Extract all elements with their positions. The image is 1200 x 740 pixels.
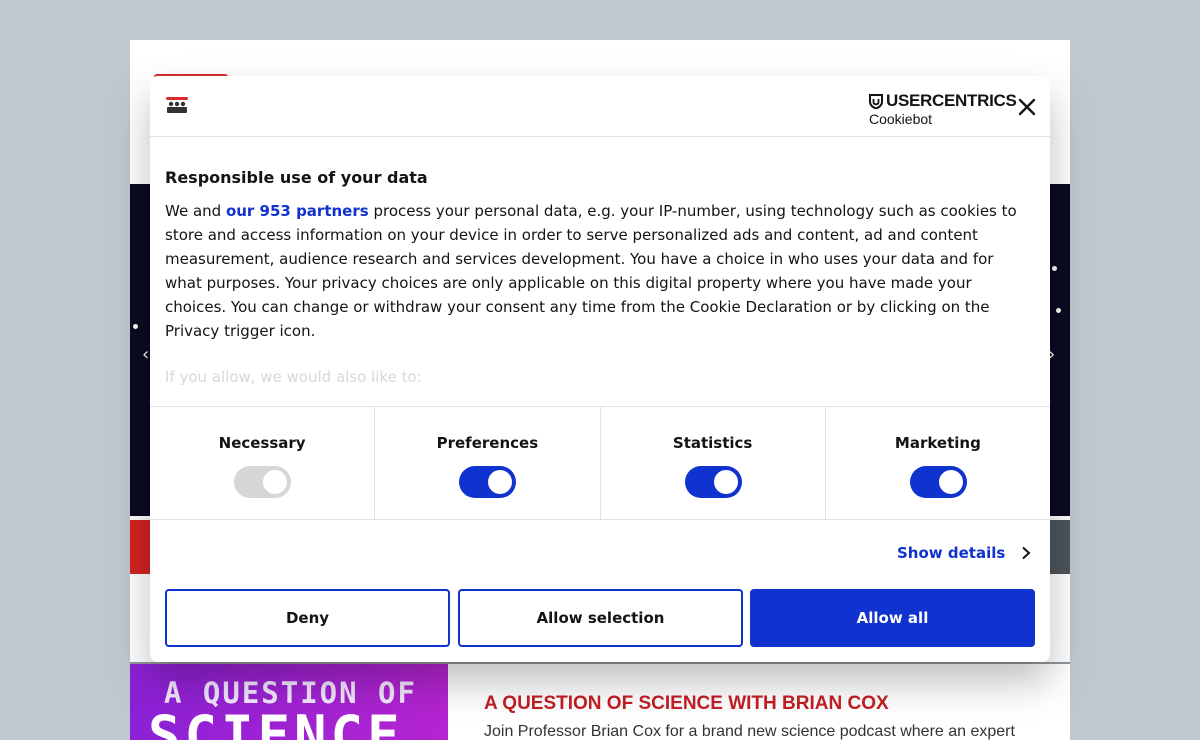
site-logo-icon bbox=[166, 97, 188, 113]
brand-product: Cookiebot bbox=[869, 111, 933, 127]
usercentrics-brand: USERCENTRICS Cookiebot bbox=[869, 91, 1017, 127]
category-label: Statistics bbox=[672, 434, 753, 452]
toggle-statistics[interactable] bbox=[684, 466, 742, 498]
close-icon[interactable] bbox=[1016, 96, 1038, 118]
allow-selection-button[interactable]: Allow selection bbox=[458, 589, 743, 647]
podcast-art-line2: SCIENCE bbox=[148, 704, 404, 740]
chevron-right-icon bbox=[1022, 546, 1031, 560]
partners-link[interactable]: our 953 partners bbox=[226, 202, 369, 220]
dialog-faded-text: If you allow, we would also like to: bbox=[165, 368, 422, 386]
category-marketing: Marketing bbox=[826, 407, 1050, 519]
description-body: process your personal data, e.g. your IP… bbox=[165, 202, 1017, 340]
category-label: Preferences bbox=[436, 434, 539, 452]
allow-all-button[interactable]: Allow all bbox=[750, 589, 1035, 647]
category-label: Marketing bbox=[894, 434, 981, 452]
brand-name: USERCENTRICS bbox=[886, 91, 1017, 110]
light-dot bbox=[133, 324, 138, 329]
light-dot bbox=[1056, 308, 1061, 313]
usercentrics-shield-icon bbox=[869, 93, 883, 109]
dialog-body: Responsible use of your data We and our … bbox=[165, 168, 1035, 343]
category-statistics: Statistics bbox=[601, 407, 826, 519]
dialog-header: USERCENTRICS Cookiebot bbox=[150, 76, 1050, 137]
carousel-prev-icon[interactable]: ‹ bbox=[142, 344, 149, 365]
toggle-necessary bbox=[234, 466, 292, 498]
deny-button[interactable]: Deny bbox=[165, 589, 450, 647]
dialog-description: We and our 953 partners process your per… bbox=[165, 199, 1035, 343]
podcast-title[interactable]: A QUESTION OF SCIENCE WITH BRIAN COX bbox=[484, 693, 889, 715]
cookie-consent-dialog: USERCENTRICS Cookiebot Responsible use o… bbox=[150, 76, 1050, 662]
toggle-preferences[interactable] bbox=[459, 466, 517, 498]
category-necessary: Necessary bbox=[150, 407, 376, 519]
show-details-link[interactable]: Show details bbox=[897, 544, 1031, 562]
light-dot bbox=[1052, 266, 1057, 271]
category-label: Necessary bbox=[218, 434, 306, 452]
podcast-description: Join Professor Brian Cox for a brand new… bbox=[484, 723, 1015, 740]
show-details-label: Show details bbox=[897, 544, 1006, 562]
category-preferences: Preferences bbox=[375, 407, 601, 519]
description-prefix: We and bbox=[165, 202, 226, 220]
toggle-marketing[interactable] bbox=[909, 466, 967, 498]
podcast-artwork[interactable]: A QUESTION OF SCIENCE bbox=[130, 664, 448, 740]
consent-categories: Necessary Preferences Statistics Marketi… bbox=[150, 406, 1050, 520]
dialog-title: Responsible use of your data bbox=[165, 168, 428, 187]
